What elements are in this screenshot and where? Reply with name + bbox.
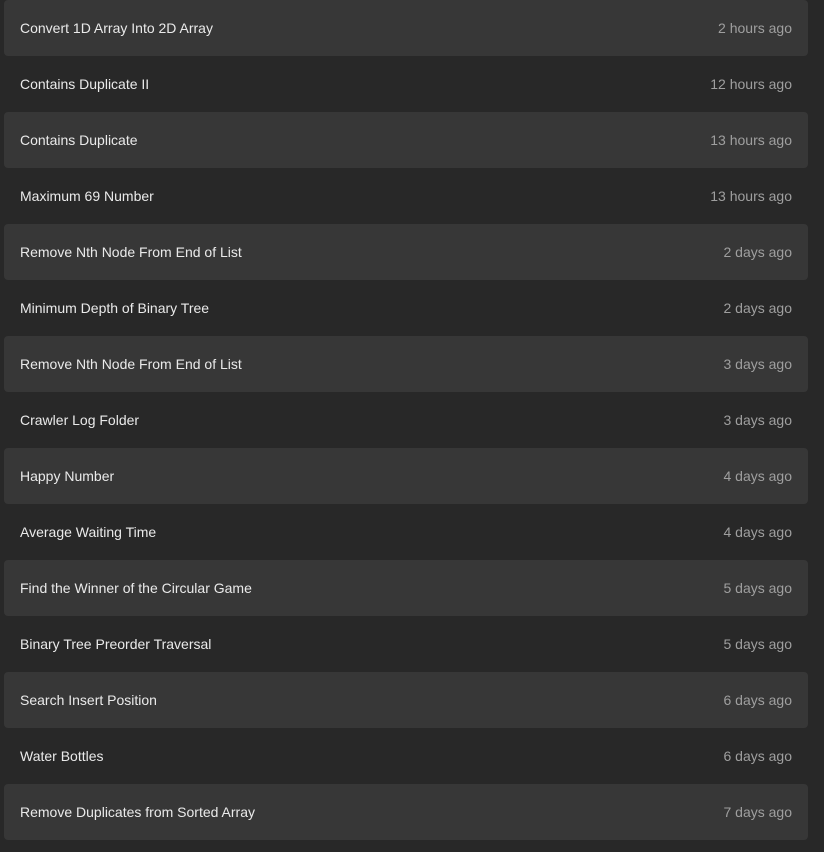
- list-item[interactable]: Convert 1D Array Into 2D Array 2 hours a…: [4, 0, 808, 56]
- submission-time: 6 days ago: [723, 748, 793, 764]
- submission-time: 3 days ago: [723, 356, 793, 372]
- list-item[interactable]: Remove Nth Node From End of List 3 days …: [4, 336, 808, 392]
- list-item[interactable]: Water Bottles 6 days ago: [4, 728, 808, 784]
- list-item[interactable]: Binary Tree Preorder Traversal 5 days ag…: [4, 616, 808, 672]
- list-item[interactable]: Happy Number 4 days ago: [4, 448, 808, 504]
- submission-time: 5 days ago: [723, 636, 793, 652]
- problem-title: Contains Duplicate II: [20, 76, 150, 92]
- list-item[interactable]: Maximum 69 Number 13 hours ago: [4, 168, 808, 224]
- problem-title: Binary Tree Preorder Traversal: [20, 636, 212, 652]
- list-item[interactable]: Minimum Depth of Binary Tree 2 days ago: [4, 280, 808, 336]
- submission-time: 6 days ago: [723, 692, 793, 708]
- submission-time: 13 hours ago: [710, 132, 792, 148]
- submission-time: 5 days ago: [723, 580, 793, 596]
- submission-time: 2 days ago: [723, 300, 793, 316]
- submission-time: 2 days ago: [723, 244, 793, 260]
- list-item[interactable]: Contains Duplicate II 12 hours ago: [4, 56, 808, 112]
- problem-title: Crawler Log Folder: [20, 412, 140, 428]
- problem-title: Minimum Depth of Binary Tree: [20, 300, 210, 316]
- problem-title: Remove Duplicates from Sorted Array: [20, 804, 255, 820]
- problem-title: Average Waiting Time: [20, 524, 157, 540]
- list-item[interactable]: Average Waiting Time 4 days ago: [4, 504, 808, 560]
- problem-title: Find the Winner of the Circular Game: [20, 580, 252, 596]
- problem-title: Happy Number: [20, 468, 115, 484]
- problem-title: Maximum 69 Number: [20, 188, 154, 204]
- submission-time: 13 hours ago: [710, 188, 792, 204]
- list-item[interactable]: Crawler Log Folder 3 days ago: [4, 392, 808, 448]
- recent-submissions-list: Convert 1D Array Into 2D Array 2 hours a…: [0, 0, 824, 852]
- problem-title: Search Insert Position: [20, 692, 157, 708]
- problem-title: Water Bottles: [20, 748, 104, 764]
- submission-time: 4 days ago: [723, 524, 793, 540]
- submission-time: 7 days ago: [723, 804, 793, 820]
- list-item[interactable]: Remove Duplicates from Sorted Array 7 da…: [4, 784, 808, 840]
- list-item[interactable]: Remove Nth Node From End of List 2 days …: [4, 224, 808, 280]
- problem-title: Remove Nth Node From End of List: [20, 356, 242, 372]
- list-item[interactable]: Search Insert Position 6 days ago: [4, 672, 808, 728]
- problem-title: Convert 1D Array Into 2D Array: [20, 20, 213, 36]
- submission-time: 4 days ago: [723, 468, 793, 484]
- list-item[interactable]: Contains Duplicate 13 hours ago: [4, 112, 808, 168]
- problem-title: Contains Duplicate: [20, 132, 138, 148]
- submission-time: 3 days ago: [723, 412, 793, 428]
- list-item[interactable]: Find the Winner of the Circular Game 5 d…: [4, 560, 808, 616]
- problem-title: Remove Nth Node From End of List: [20, 244, 242, 260]
- submission-time: 12 hours ago: [710, 76, 792, 92]
- submission-time: 2 hours ago: [718, 20, 792, 36]
